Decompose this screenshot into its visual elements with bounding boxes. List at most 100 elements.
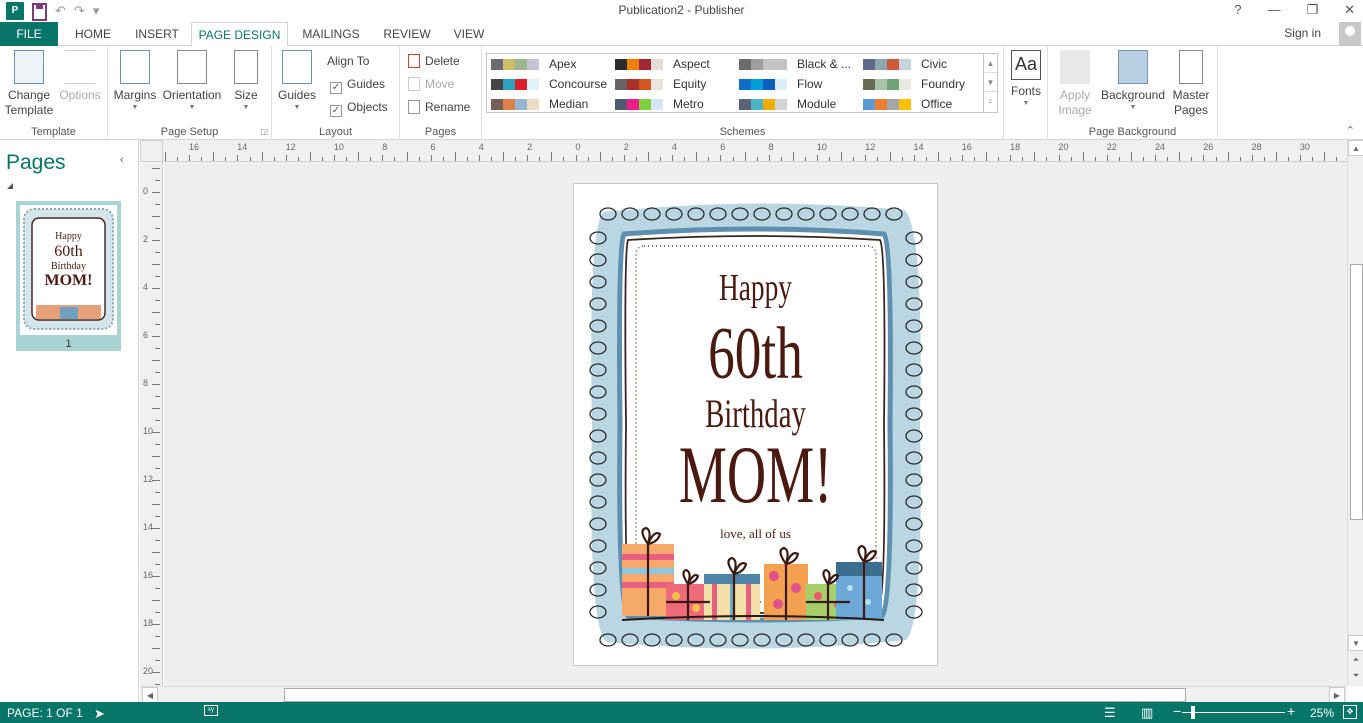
tab-view[interactable]: VIEW bbox=[446, 22, 492, 46]
color-swatch bbox=[651, 78, 663, 90]
dialog-launcher-icon[interactable]: ◲ bbox=[260, 127, 268, 136]
align-guides-checkbox[interactable]: ✓ Guides bbox=[330, 74, 385, 94]
next-page-icon[interactable]: ⏷ bbox=[1348, 668, 1363, 684]
section-expand-icon[interactable] bbox=[7, 183, 13, 189]
tab-mailings[interactable]: MAILINGS bbox=[296, 22, 366, 46]
tab-insert[interactable]: INSERT bbox=[128, 22, 186, 46]
vertical-ruler[interactable]: 0 2 4 6 8 10 12 14 16 18 20 bbox=[140, 162, 163, 686]
color-swatch bbox=[491, 58, 503, 70]
scroll-down-icon[interactable]: ▼ bbox=[1348, 635, 1363, 651]
horizontal-scrollbar[interactable]: ◀ ▶ bbox=[140, 686, 1347, 703]
orientation-button[interactable]: Orientation ▼ bbox=[160, 50, 224, 112]
change-template-label-1: Change bbox=[7, 88, 51, 102]
fit-page-icon[interactable]: ✥ bbox=[1343, 705, 1357, 719]
gallery-scroll-down-icon[interactable]: ▼ bbox=[984, 73, 997, 92]
scheme-civic[interactable]: Civic bbox=[863, 54, 947, 74]
tab-page-design[interactable]: PAGE DESIGN bbox=[191, 22, 288, 47]
ruler-label: 0 bbox=[575, 142, 581, 152]
size-button[interactable]: Size ▼ bbox=[228, 50, 264, 112]
align-to-label: Align To bbox=[327, 54, 370, 68]
scroll-up-icon[interactable]: ▲ bbox=[1348, 140, 1363, 156]
publication-page[interactable]: Happy 60th Birthday MOM! love, all of us bbox=[573, 183, 938, 666]
options-button[interactable]: Options bbox=[56, 50, 104, 103]
avatar[interactable] bbox=[1339, 22, 1361, 46]
close-button[interactable]: ✕ bbox=[1344, 2, 1355, 18]
delete-page-icon bbox=[408, 54, 420, 68]
card-text-happy[interactable]: Happy bbox=[625, 266, 886, 310]
apply-image-label-2: Image bbox=[1058, 103, 1092, 117]
rename-page-button[interactable]: Rename bbox=[408, 97, 470, 117]
fonts-button[interactable]: Aa Fonts ▼ bbox=[1007, 50, 1045, 108]
sign-in-link[interactable]: Sign in bbox=[1284, 26, 1321, 40]
restore-button[interactable]: ❐ bbox=[1306, 2, 1318, 18]
previous-page-icon[interactable]: ⏶ bbox=[1348, 652, 1363, 668]
collapse-pane-icon[interactable]: ‹ bbox=[120, 154, 124, 166]
ruler-tick bbox=[155, 396, 160, 397]
ruler-tick bbox=[225, 157, 227, 161]
scheme-name: Office bbox=[921, 97, 953, 111]
page-size-icon bbox=[234, 50, 258, 84]
scheme-concourse[interactable]: Concourse bbox=[491, 74, 607, 94]
change-template-button[interactable]: Change Template bbox=[4, 50, 54, 118]
zoom-out-button[interactable]: − bbox=[1173, 703, 1181, 719]
background-button[interactable]: Background ▼ bbox=[1100, 50, 1166, 112]
scroll-left-icon[interactable]: ◀ bbox=[142, 687, 158, 703]
margins-button[interactable]: Margins ▼ bbox=[112, 50, 158, 112]
scheme-office[interactable]: Office bbox=[863, 94, 952, 114]
checkbox-checked-icon: ✓ bbox=[330, 105, 342, 117]
scheme-module[interactable]: Module bbox=[739, 94, 836, 114]
ruler-tick bbox=[1143, 157, 1145, 161]
minimize-button[interactable]: — bbox=[1267, 2, 1280, 18]
zoom-level[interactable]: 25% bbox=[1310, 706, 1334, 720]
vertical-scrollbar[interactable]: ▲ ▼ ⏶ ⏷ bbox=[1347, 140, 1363, 686]
zoom-slider[interactable] bbox=[1182, 712, 1285, 713]
vertical-scroll-thumb[interactable] bbox=[1350, 264, 1363, 520]
scheme-black[interactable]: Black & ... bbox=[739, 54, 851, 74]
ruler-tick bbox=[853, 157, 855, 161]
scheme-flow[interactable]: Flow bbox=[739, 74, 822, 94]
zoom-in-button[interactable]: + bbox=[1287, 703, 1295, 719]
gallery-more-icon[interactable]: ⩡ bbox=[984, 92, 997, 111]
help-button[interactable]: ? bbox=[1234, 2, 1241, 18]
master-pages-button[interactable]: Master Pages bbox=[1168, 50, 1214, 118]
ruler-tick bbox=[1275, 152, 1277, 161]
delete-page-button[interactable]: Delete bbox=[408, 51, 460, 71]
scheme-foundry[interactable]: Foundry bbox=[863, 74, 965, 94]
ruler-tick bbox=[1034, 152, 1036, 161]
horizontal-scroll-thumb[interactable] bbox=[284, 688, 1186, 702]
single-page-view-icon[interactable]: ☰ bbox=[1104, 705, 1116, 721]
horizontal-ruler[interactable]: 1614121086420246810121416182022242628303 bbox=[163, 140, 1347, 162]
scheme-metro[interactable]: Metro bbox=[615, 94, 704, 114]
ruler-label: 8 bbox=[143, 378, 149, 388]
guides-label: Guides bbox=[277, 88, 317, 102]
tab-file[interactable]: FILE bbox=[0, 22, 58, 46]
document-canvas[interactable]: Happy 60th Birthday MOM! love, all of us bbox=[164, 162, 1347, 686]
page-count-status[interactable]: PAGE: 1 OF 1 bbox=[7, 706, 83, 720]
tab-home[interactable]: HOME bbox=[66, 22, 120, 46]
apply-image-button[interactable]: Apply Image bbox=[1052, 50, 1098, 118]
thumb-text-mom: MOM! bbox=[44, 272, 93, 289]
scheme-equity[interactable]: Equity bbox=[615, 74, 706, 94]
guides-button[interactable]: Guides ▼ bbox=[276, 50, 318, 112]
scroll-right-icon[interactable]: ▶ bbox=[1329, 687, 1345, 703]
page-thumbnail-1[interactable]: Happy 60th Birthday MOM! 1 bbox=[16, 201, 121, 351]
card-text-60th[interactable]: 60th bbox=[625, 312, 886, 397]
card-text-mom[interactable]: MOM! bbox=[636, 428, 876, 522]
move-page-button[interactable]: Move bbox=[408, 74, 454, 94]
scheme-apex[interactable]: Apex bbox=[491, 54, 576, 74]
ruler-tick bbox=[152, 576, 160, 577]
align-objects-checkbox[interactable]: ✓ Objects bbox=[330, 97, 388, 117]
change-template-label-2: Template bbox=[4, 103, 54, 117]
scheme-aspect[interactable]: Aspect bbox=[615, 54, 710, 74]
object-size-icon[interactable]: xy bbox=[204, 705, 218, 716]
card-signature[interactable]: love, all of us bbox=[574, 526, 937, 542]
scheme-median[interactable]: Median bbox=[491, 94, 588, 114]
two-page-view-icon[interactable]: ▥ bbox=[1141, 705, 1153, 721]
zoom-slider-thumb[interactable] bbox=[1191, 706, 1195, 719]
ruler-corner[interactable] bbox=[140, 140, 163, 162]
ruler-tick bbox=[1046, 157, 1048, 161]
guides-icon bbox=[282, 50, 312, 84]
collapse-ribbon-icon[interactable]: ⌃ bbox=[1346, 124, 1355, 137]
tab-review[interactable]: REVIEW bbox=[378, 22, 436, 46]
gallery-scroll-up-icon[interactable]: ▲ bbox=[984, 54, 997, 73]
